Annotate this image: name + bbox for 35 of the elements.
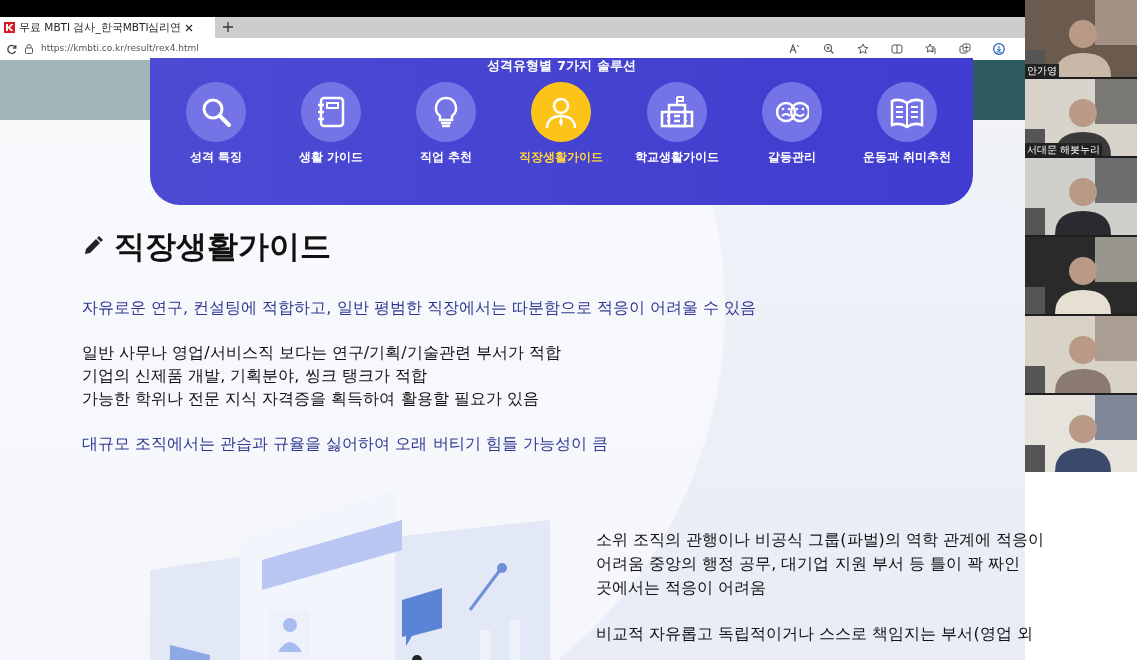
- nav-tab[interactable]: 갈등관리: [734, 82, 850, 166]
- highlight-text: 자유로운 연구, 컨설팅에 적합하고, 일반 평범한 직장에서는 따분함으로 적응이 어려울 수 있음: [82, 296, 758, 319]
- nav-tab[interactable]: 성격 특징: [158, 82, 274, 166]
- split-screen-icon[interactable]: [891, 43, 903, 55]
- nav-tab[interactable]: 생활 가이드: [273, 82, 389, 166]
- participant-name: 안가영: [1025, 64, 1059, 77]
- nav-tab[interactable]: 학교생활가이드: [619, 82, 735, 166]
- nav-tab[interactable]: 직장생활가이드: [503, 82, 620, 166]
- tab-title: 무료 MBTI 검사_한국MBTI심리연: [19, 19, 182, 36]
- lock-icon: [25, 44, 33, 54]
- nav-tab[interactable]: 직업 추천: [388, 82, 504, 166]
- school-building-icon: [659, 95, 694, 129]
- download-icon[interactable]: [993, 43, 1005, 55]
- favorites-icon[interactable]: [925, 43, 937, 55]
- reload-icon[interactable]: [6, 43, 17, 55]
- body-text: 일반 사무나 영업/서비스직 보다는 연구/기획/기술관련 부서가 적합: [82, 341, 562, 364]
- body-text: 소위 조직의 관행이나 비공식 그룹(파벌)의 역학 관계에 적응이 어려움 중앙의 행정 공무, 대기업 지원 부서 등 틀이 꽉 짜인 곳에서는 적응이 어려움: [596, 529, 1046, 599]
- url-field[interactable]: https://kmbti.co.kr/result/rex4.html: [41, 42, 199, 56]
- nav-title: 성격유형별 7가지 솔루션: [486, 58, 637, 74]
- body-text: 가능한 학위나 전문 지식 자격증을 획득하여 활용할 필요가 있음: [82, 387, 540, 410]
- collections-icon[interactable]: [959, 43, 971, 55]
- section-title: 직장생활가이드: [114, 227, 331, 266]
- new-tab-icon[interactable]: [223, 22, 233, 32]
- person-icon: [544, 95, 579, 129]
- nav-tab[interactable]: 운동과 취미추천: [849, 82, 965, 166]
- body-text: 비교적 자유롭고 독립적이거나 스스로 책임지는 부서(영업 외: [596, 623, 1034, 645]
- zoom-icon[interactable]: [823, 43, 835, 55]
- site-logo-icon: [4, 22, 15, 33]
- read-aloud-icon[interactable]: [789, 43, 801, 55]
- highlight-text: 대규모 조직에서는 관습과 규율을 싫어하여 오래 버티기 힘들 가능성이 큼: [82, 432, 609, 455]
- participant-name: 서대문 해봇누리: [1025, 143, 1103, 156]
- close-icon[interactable]: [185, 23, 194, 32]
- body-text: 기업의 신제품 개발, 기획분야, 씽크 탱크가 적합: [82, 364, 428, 387]
- star-icon[interactable]: [857, 43, 869, 55]
- browser-tab[interactable]: 무료 MBTI 검사_한국MBTI심리연: [0, 17, 215, 38]
